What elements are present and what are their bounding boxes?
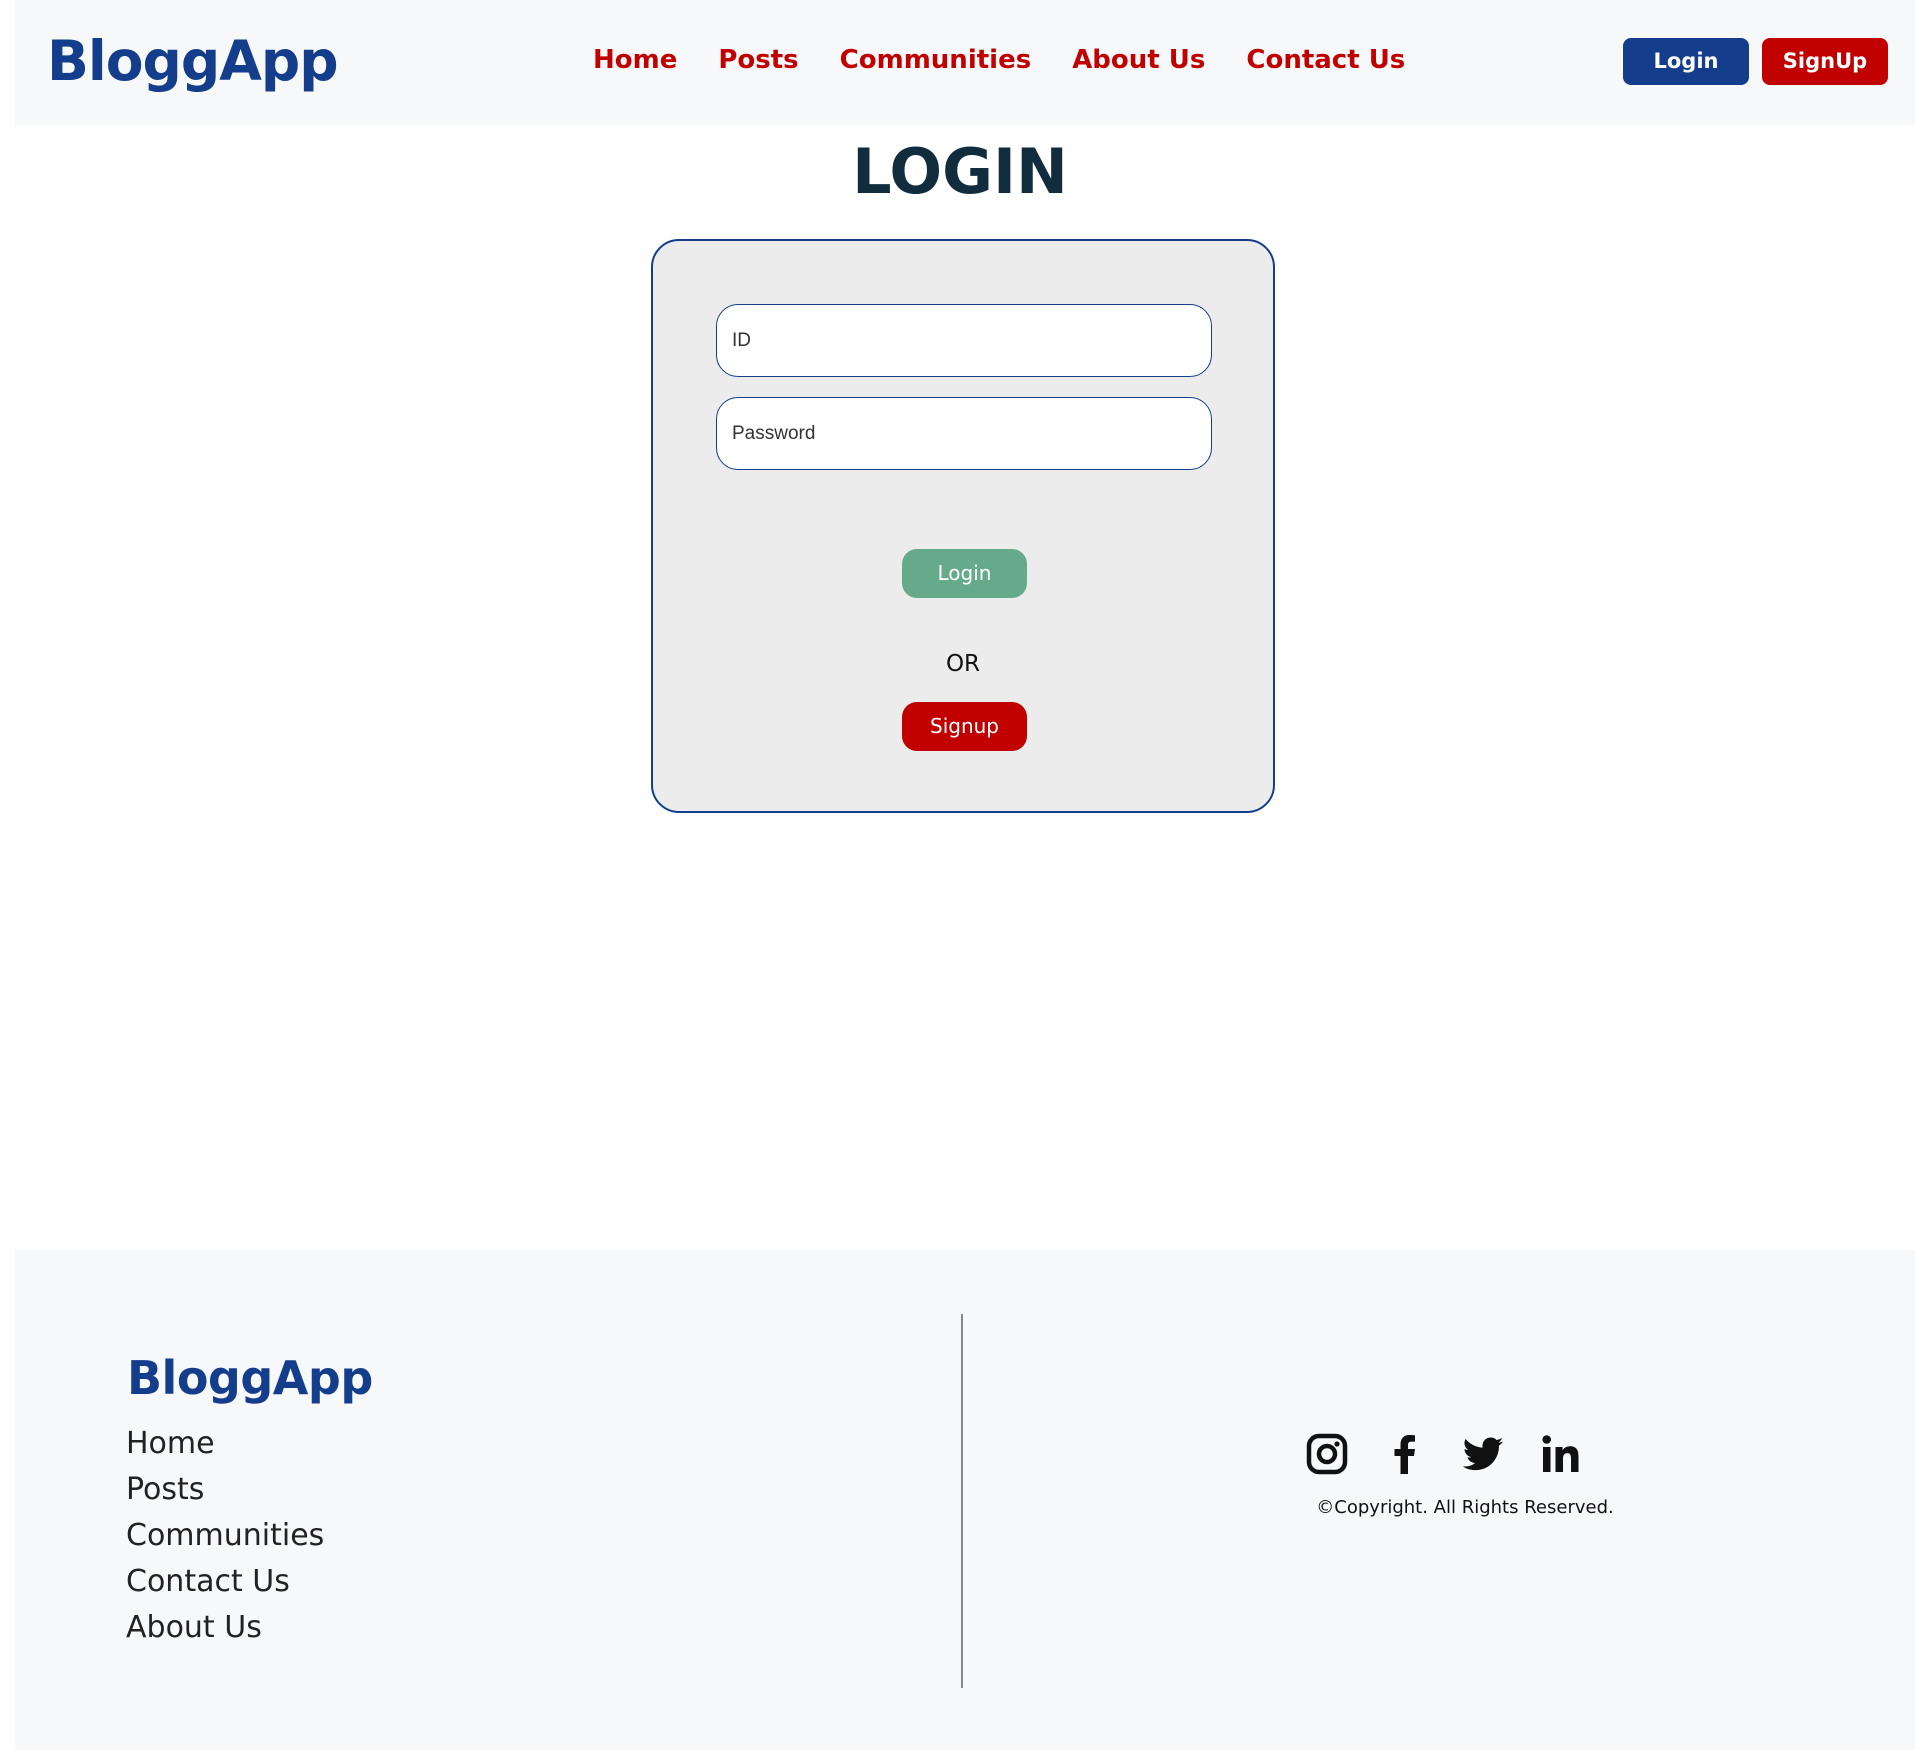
main-nav: Home Posts Communities About Us Contact … xyxy=(593,42,1405,78)
linkedin-icon[interactable] xyxy=(1539,1432,1583,1476)
nav-home-link[interactable]: Home xyxy=(593,42,677,78)
page-title: LOGIN xyxy=(852,135,1068,208)
nav-communities-link[interactable]: Communities xyxy=(840,42,1032,78)
footer-posts-link[interactable]: Posts xyxy=(126,1467,324,1513)
footer-about-us-link[interactable]: About Us xyxy=(126,1605,324,1651)
login-card: Login OR Signup xyxy=(651,239,1275,813)
facebook-icon[interactable] xyxy=(1383,1432,1427,1476)
nav-contact-us-link[interactable]: Contact Us xyxy=(1246,42,1405,78)
copyright-text: ©Copyright. All Rights Reserved. xyxy=(1316,1497,1614,1518)
login-button[interactable]: Login xyxy=(902,549,1027,598)
site-header: BloggApp Home Posts Communities About Us… xyxy=(15,0,1915,125)
footer-nav: Home Posts Communities Contact Us About … xyxy=(126,1421,324,1651)
password-input[interactable] xyxy=(716,397,1212,470)
id-input[interactable] xyxy=(716,304,1212,377)
header-login-button[interactable]: Login xyxy=(1623,38,1749,85)
instagram-icon[interactable] xyxy=(1305,1432,1349,1476)
or-separator: OR xyxy=(945,651,981,677)
twitter-icon[interactable] xyxy=(1461,1432,1505,1476)
footer-brand-logo: BloggApp xyxy=(127,1351,373,1405)
social-links xyxy=(1305,1432,1583,1476)
footer-contact-us-link[interactable]: Contact Us xyxy=(126,1559,324,1605)
footer-communities-link[interactable]: Communities xyxy=(126,1513,324,1559)
nav-posts-link[interactable]: Posts xyxy=(718,42,798,78)
header-signup-button[interactable]: SignUp xyxy=(1762,38,1888,85)
footer-home-link[interactable]: Home xyxy=(126,1421,324,1467)
nav-about-us-link[interactable]: About Us xyxy=(1072,42,1205,78)
signup-button[interactable]: Signup xyxy=(902,702,1027,751)
site-footer: BloggApp Home Posts Communities Contact … xyxy=(15,1250,1915,1750)
footer-divider xyxy=(961,1314,963,1688)
brand-logo[interactable]: BloggApp xyxy=(47,26,339,96)
